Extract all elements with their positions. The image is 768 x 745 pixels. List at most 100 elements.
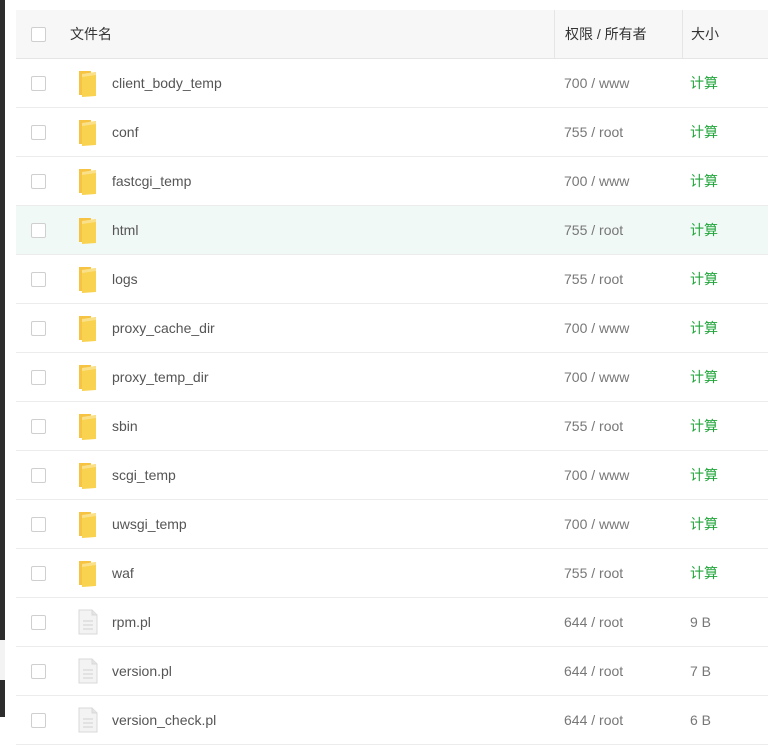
table-row[interactable]: logs 755 / root 计算	[16, 255, 768, 304]
file-name[interactable]: proxy_cache_dir	[112, 320, 215, 336]
row-check-cell	[16, 418, 60, 434]
row-checkbox[interactable]	[30, 173, 46, 189]
row-checkbox[interactable]	[30, 369, 46, 385]
row-checkbox[interactable]	[30, 418, 46, 434]
row-size[interactable]: 计算	[682, 451, 768, 499]
row-permission[interactable]: 700 / www	[554, 500, 682, 548]
file-name[interactable]: sbin	[112, 418, 138, 434]
table-row[interactable]: proxy_cache_dir 700 / www 计算	[16, 304, 768, 353]
row-permission[interactable]: 755 / root	[554, 255, 682, 303]
permission-text: 755 / root	[564, 565, 624, 581]
row-size[interactable]: 计算	[682, 157, 768, 205]
calculate-size-link[interactable]: 计算	[690, 514, 718, 534]
row-checkbox[interactable]	[30, 516, 46, 532]
file-name[interactable]: proxy_temp_dir	[112, 369, 209, 385]
calculate-size-link[interactable]: 计算	[690, 171, 718, 191]
file-name[interactable]: waf	[112, 565, 134, 581]
calculate-size-link[interactable]: 计算	[690, 465, 718, 485]
calculate-size-link[interactable]: 计算	[690, 318, 718, 338]
row-size[interactable]: 计算	[682, 549, 768, 597]
row-checkbox[interactable]	[30, 124, 46, 140]
calculate-size-link[interactable]: 计算	[690, 73, 718, 93]
select-all-checkbox[interactable]	[30, 26, 46, 42]
row-permission[interactable]: 700 / www	[554, 451, 682, 499]
row-check-cell	[16, 467, 60, 483]
table-row[interactable]: version_check.pl 644 / root 6 B	[16, 696, 768, 745]
row-name-cell: uwsgi_temp	[60, 510, 554, 538]
row-permission[interactable]: 755 / root	[554, 206, 682, 254]
file-name[interactable]: version.pl	[112, 663, 172, 679]
row-permission[interactable]: 700 / www	[554, 59, 682, 107]
header-permission[interactable]: 权限 / 所有者	[554, 10, 682, 58]
table-header: 文件名 权限 / 所有者 大小	[16, 10, 768, 59]
row-size[interactable]: 计算	[682, 108, 768, 156]
file-name[interactable]: conf	[112, 124, 138, 140]
header-size[interactable]: 大小	[682, 10, 768, 58]
table-row[interactable]: waf 755 / root 计算	[16, 549, 768, 598]
file-name[interactable]: client_body_temp	[112, 75, 222, 91]
row-permission[interactable]: 755 / root	[554, 108, 682, 156]
row-size[interactable]: 计算	[682, 402, 768, 450]
row-checkbox[interactable]	[30, 467, 46, 483]
row-name-cell: fastcgi_temp	[60, 167, 554, 195]
row-checkbox[interactable]	[30, 320, 46, 336]
row-check-cell	[16, 222, 60, 238]
row-size[interactable]: 计算	[682, 304, 768, 352]
file-name[interactable]: fastcgi_temp	[112, 173, 191, 189]
row-checkbox[interactable]	[30, 271, 46, 287]
row-size[interactable]: 计算	[682, 353, 768, 401]
table-row[interactable]: client_body_temp 700 / www 计算	[16, 59, 768, 108]
folder-icon	[64, 216, 112, 244]
row-permission[interactable]: 644 / root	[554, 696, 682, 744]
row-checkbox[interactable]	[30, 614, 46, 630]
row-permission[interactable]: 755 / root	[554, 549, 682, 597]
file-name[interactable]: rpm.pl	[112, 614, 151, 630]
table-row[interactable]: rpm.pl 644 / root 9 B	[16, 598, 768, 647]
permission-text: 644 / root	[564, 663, 624, 679]
row-size[interactable]: 计算	[682, 59, 768, 107]
calculate-size-link[interactable]: 计算	[690, 122, 718, 142]
row-checkbox[interactable]	[30, 712, 46, 728]
row-size[interactable]: 计算	[682, 206, 768, 254]
table-row[interactable]: sbin 755 / root 计算	[16, 402, 768, 451]
row-name-cell: logs	[60, 265, 554, 293]
table-row[interactable]: proxy_temp_dir 700 / www 计算	[16, 353, 768, 402]
file-name[interactable]: version_check.pl	[112, 712, 216, 728]
row-name-cell: rpm.pl	[60, 609, 554, 635]
row-permission[interactable]: 700 / www	[554, 353, 682, 401]
row-checkbox[interactable]	[30, 663, 46, 679]
row-permission[interactable]: 700 / www	[554, 157, 682, 205]
table-row[interactable]: conf 755 / root 计算	[16, 108, 768, 157]
size-text: 7 B	[690, 663, 712, 679]
file-name[interactable]: html	[112, 222, 138, 238]
row-permission[interactable]: 644 / root	[554, 598, 682, 646]
header-name[interactable]: 文件名	[60, 24, 554, 44]
folder-icon	[64, 118, 112, 146]
calculate-size-link[interactable]: 计算	[690, 269, 718, 289]
table-row[interactable]: html 755 / root 计算	[16, 206, 768, 255]
file-name[interactable]: logs	[112, 271, 138, 287]
table-row[interactable]: uwsgi_temp 700 / www 计算	[16, 500, 768, 549]
row-checkbox[interactable]	[30, 222, 46, 238]
row-checkbox[interactable]	[30, 565, 46, 581]
table-row[interactable]: fastcgi_temp 700 / www 计算	[16, 157, 768, 206]
row-permission[interactable]: 644 / root	[554, 647, 682, 695]
file-name[interactable]: uwsgi_temp	[112, 516, 187, 532]
calculate-size-link[interactable]: 计算	[690, 563, 718, 583]
table-row[interactable]: version.pl 644 / root 7 B	[16, 647, 768, 696]
permission-text: 755 / root	[564, 271, 624, 287]
table-row[interactable]: scgi_temp 700 / www 计算	[16, 451, 768, 500]
row-size[interactable]: 计算	[682, 255, 768, 303]
row-size[interactable]: 计算	[682, 500, 768, 548]
file-icon	[64, 707, 112, 733]
permission-text: 700 / www	[564, 75, 630, 91]
row-permission[interactable]: 700 / www	[554, 304, 682, 352]
calculate-size-link[interactable]: 计算	[690, 220, 718, 240]
row-name-cell: version_check.pl	[60, 707, 554, 733]
folder-icon	[64, 461, 112, 489]
file-name[interactable]: scgi_temp	[112, 467, 176, 483]
calculate-size-link[interactable]: 计算	[690, 367, 718, 387]
calculate-size-link[interactable]: 计算	[690, 416, 718, 436]
row-checkbox[interactable]	[30, 75, 46, 91]
row-permission[interactable]: 755 / root	[554, 402, 682, 450]
